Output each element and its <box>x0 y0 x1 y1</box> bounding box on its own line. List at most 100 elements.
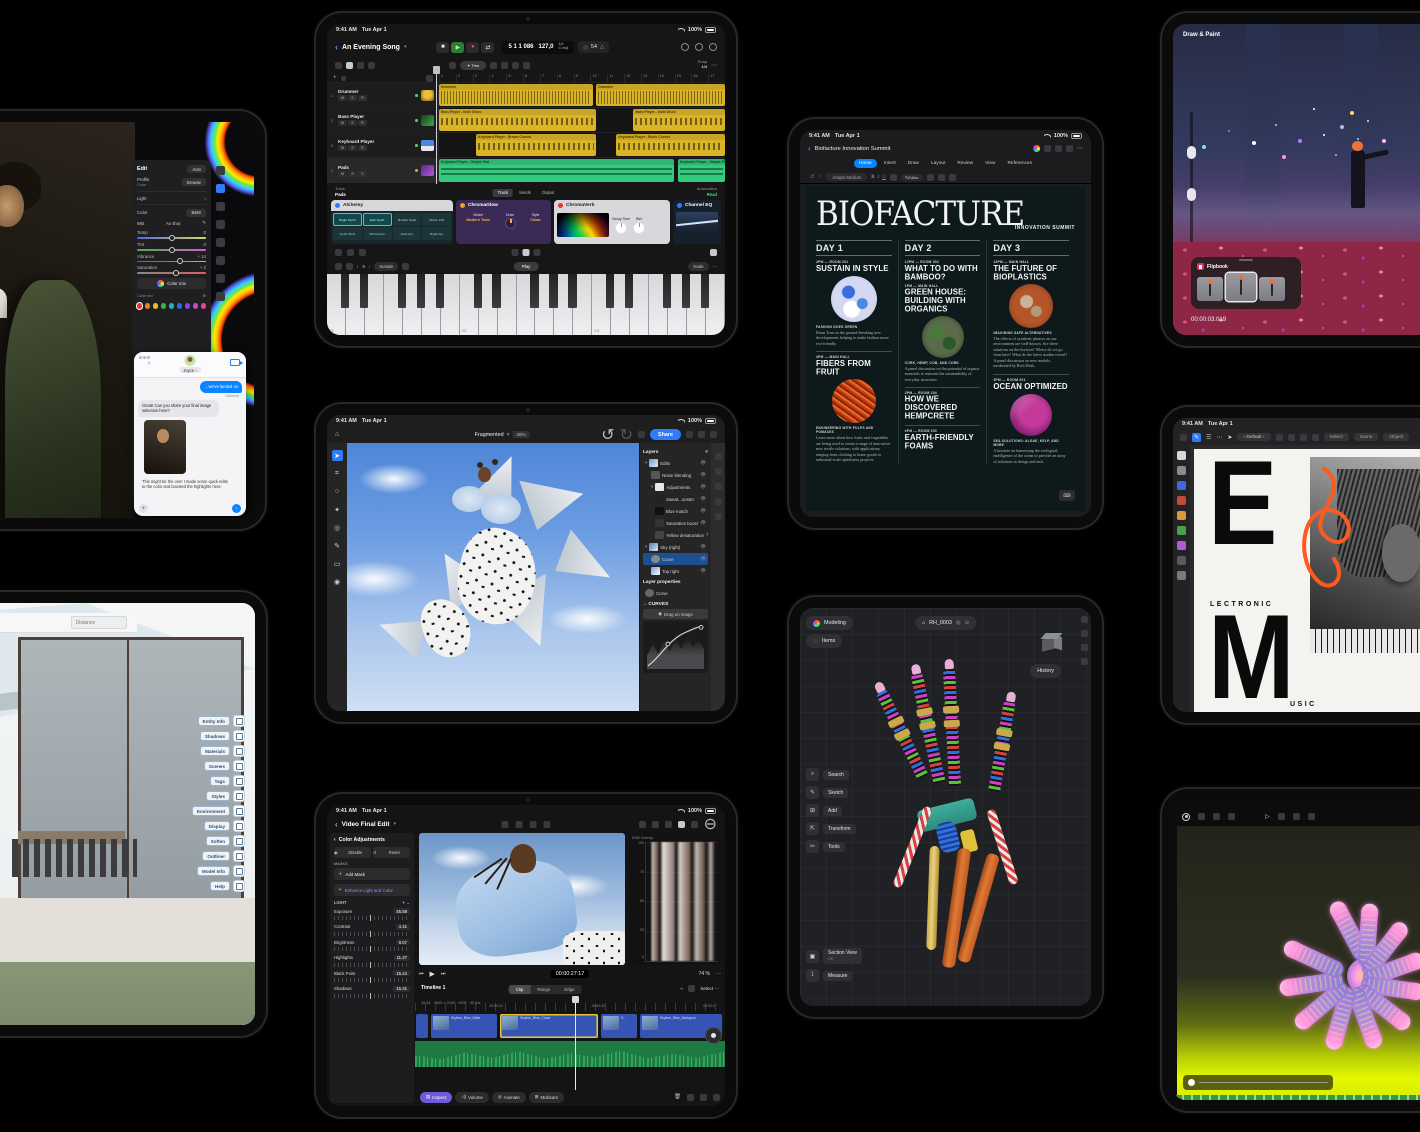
add-mask-button[interactable]: ＋Add Mask <box>334 868 410 880</box>
region-bass-1[interactable]: Bass Player - Indie Disco <box>439 109 596 131</box>
duplicate-track-icon[interactable] <box>341 76 346 81</box>
append-icon[interactable] <box>713 1094 720 1101</box>
panel-back-icon[interactable]: ‹ <box>334 837 336 843</box>
editor-button[interactable]: ✎ Editor <box>901 174 923 181</box>
volume-button[interactable]: ◁) Volume <box>455 1092 489 1103</box>
previous-frame-icon[interactable]: ⏮ <box>419 971 424 977</box>
slider-value[interactable]: 15.31 <box>393 986 410 992</box>
tab-output[interactable]: Output <box>537 189 560 197</box>
dismiss-keyboard-button[interactable]: ⌨ <box>1059 490 1075 501</box>
select-menu[interactable]: Select ⋯ <box>700 986 719 992</box>
preset-button[interactable]: Dark Arp <box>393 227 422 240</box>
search-icon[interactable] <box>1055 145 1062 152</box>
mute-button[interactable]: M <box>338 145 347 151</box>
preset-button[interactable]: Minimal Arp <box>363 227 392 240</box>
color-dot-blue[interactable] <box>177 303 182 309</box>
align-icon[interactable] <box>1300 434 1307 441</box>
move-tool-icon[interactable]: ➤ <box>1227 434 1232 441</box>
detach-audio-icon[interactable] <box>687 1094 694 1101</box>
notes-icon[interactable] <box>359 249 366 256</box>
clone-tool-icon[interactable]: ◎ <box>332 522 343 533</box>
comments-icon[interactable] <box>715 498 722 505</box>
wet-knob[interactable] <box>633 222 645 234</box>
slider-value[interactable]: 15.44 <box>393 970 410 976</box>
device-icon[interactable] <box>1044 145 1051 152</box>
facetime-icon[interactable] <box>230 359 240 366</box>
temp-track[interactable] <box>137 237 206 239</box>
viewer-view-icon[interactable] <box>678 821 685 828</box>
visibility-eye-icon[interactable]: 👁 <box>706 532 708 538</box>
camera-icon[interactable] <box>335 249 342 256</box>
preset-button[interactable]: Motion Pad <box>422 213 451 226</box>
vibrance-slider[interactable]: Vibrance+ 14 <box>137 254 206 263</box>
pencil-icon[interactable] <box>512 249 519 256</box>
keyboard-more-icon[interactable]: ⋯ <box>713 264 717 270</box>
curves-section-label[interactable]: ⌄ CURVES <box>643 602 708 607</box>
record-enable-button[interactable]: R <box>358 145 367 151</box>
panel-scenes[interactable]: Scenes <box>204 760 245 772</box>
snap-setting[interactable]: Snap1/4 <box>698 60 707 70</box>
panel-help[interactable]: Help <box>210 880 245 892</box>
panel-soften[interactable]: Soften <box>206 835 245 847</box>
region-bass-2[interactable]: Bass Player - Indie Disco <box>633 109 725 131</box>
mute-button[interactable]: M <box>338 120 347 126</box>
items-menu[interactable]: Items <box>806 634 842 648</box>
automation-setting[interactable]: AutomationRead <box>697 187 717 198</box>
cycle-button[interactable]: ⇄ <box>481 42 494 53</box>
share-icon[interactable] <box>1066 145 1073 152</box>
slider-value[interactable]: 45.59 <box>393 908 410 914</box>
layer-row[interactable]: Yellow desaturation👁 <box>643 529 708 541</box>
minimize-icon[interactable]: ⊖ <box>704 814 717 834</box>
tool-transform[interactable]: ⇱Transform <box>806 822 856 835</box>
transform-tool-icon[interactable]: ⌗ <box>332 468 343 479</box>
tab-review[interactable]: Review <box>952 159 978 168</box>
slider-value[interactable]: 11.27 <box>394 955 410 961</box>
title-menu-icon[interactable]: ▾ <box>404 44 407 50</box>
scrubber-track[interactable] <box>1199 1082 1328 1084</box>
animate-button[interactable]: ◎ Animate <box>492 1092 526 1103</box>
layer-row[interactable]: ▾Adjustments👁 <box>643 481 708 493</box>
list-icon[interactable] <box>938 174 945 181</box>
visibility-eye-icon[interactable]: 👁 <box>700 568 706 574</box>
play-button[interactable]: ▶ <box>430 970 435 978</box>
scopes-icon[interactable] <box>691 821 698 828</box>
insert-icon[interactable] <box>700 1094 707 1101</box>
history-clock-icon[interactable] <box>1081 658 1088 665</box>
zoom-tool-icon[interactable]: ◉ <box>332 576 343 587</box>
color-wheel-icon[interactable] <box>1033 145 1040 152</box>
flipbook-frame[interactable] <box>1197 277 1223 301</box>
document-pill[interactable]: ⌂RH_0003◍⊖ <box>915 616 976 630</box>
help-icon[interactable] <box>698 431 705 438</box>
dim-icon[interactable] <box>681 43 689 51</box>
slider-ticks[interactable] <box>334 947 410 951</box>
settings-gear-icon[interactable] <box>1308 813 1315 820</box>
modeling-menu[interactable]: Modeling <box>806 616 853 630</box>
timeline-zoom-knob[interactable] <box>705 1027 722 1044</box>
visibility-eye-icon[interactable]: 👁 <box>700 508 706 514</box>
masking-icon[interactable] <box>216 202 225 211</box>
brush-size-slider[interactable] <box>1190 112 1193 242</box>
title-menu-icon[interactable]: ▾ <box>394 821 397 827</box>
octave-down-icon[interactable]: ‹ <box>357 264 358 269</box>
split-keyboard-icon[interactable] <box>346 263 353 270</box>
color-dot-pink[interactable] <box>193 303 198 309</box>
panel-materials[interactable]: Materials <box>200 745 245 757</box>
preset-selector[interactable]: ‹ Default › <box>1237 433 1270 441</box>
piano-key-white[interactable]: C2 <box>327 274 346 335</box>
metronome-icon[interactable] <box>695 43 703 51</box>
brightness-slider[interactable]: Brightness9.07 <box>334 939 410 951</box>
add-attachment-button[interactable]: + <box>139 504 148 513</box>
exposure-slider[interactable]: Exposure45.59 <box>334 908 410 920</box>
project-title[interactable]: Draw & Paint <box>1183 32 1220 38</box>
track-header-pads[interactable]: 4 Pads MSR <box>327 158 439 183</box>
record-enable-button[interactable]: R <box>358 95 367 101</box>
share-button[interactable]: Share <box>650 429 681 440</box>
edit-icon[interactable] <box>216 184 225 193</box>
knobs-icon[interactable] <box>523 249 530 256</box>
redo-icon[interactable]: ↻ <box>818 174 822 180</box>
layer-row[interactable]: Sweat...ooster👁 <box>643 493 708 505</box>
plugin-alchemy[interactable]: Alchemy Bright Synth Epic Synth Metallic… <box>331 200 453 244</box>
cursor-tool-icon[interactable] <box>1177 451 1186 460</box>
layer-row[interactable]: Blue match👁 <box>643 505 708 517</box>
preset-button[interactable]: Synth Pluck <box>333 227 362 240</box>
